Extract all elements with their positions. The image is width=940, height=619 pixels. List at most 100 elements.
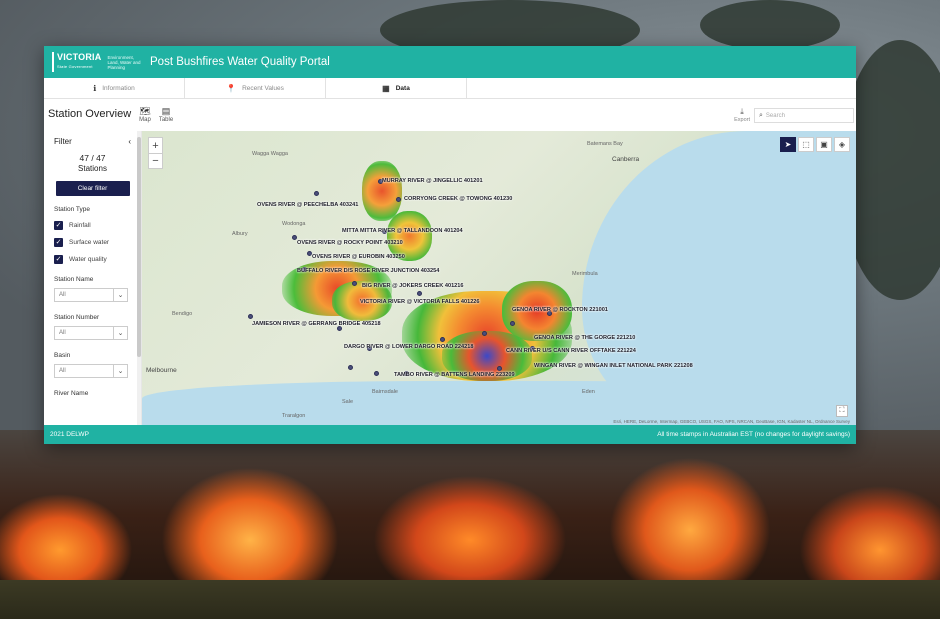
station-label[interactable]: OVENS RIVER @ PEECHELBA 403241 <box>257 202 358 208</box>
basin-label: Basin <box>54 352 71 359</box>
tab-recent-values[interactable]: 📍 Recent Values <box>185 78 326 98</box>
search-input[interactable]: ⌕ Search <box>754 108 854 123</box>
station-label[interactable]: CANN RIVER U/S CANN RIVER OFFTAKE 221224 <box>506 348 636 354</box>
station-label[interactable]: JAMIESON RIVER @ GERRANG BRIDGE 405218 <box>252 321 381 327</box>
download-icon: ⤓ <box>740 107 744 116</box>
table-view-button[interactable]: ▤ Table <box>159 106 173 123</box>
station-marker[interactable] <box>510 321 515 326</box>
tab-label: Data <box>395 84 410 92</box>
info-icon: ℹ <box>93 83 97 93</box>
export-button[interactable]: ⤓ Export <box>734 107 750 123</box>
layers-icon[interactable]: ◈ <box>834 137 850 152</box>
station-label[interactable]: OVENS RIVER @ ROCKY POINT 403210 <box>297 240 403 246</box>
station-label[interactable]: BUFFALO RIVER D/S ROSE RIVER JUNCTION 40… <box>297 268 439 274</box>
app-header: VICTORIA State Government Environment, L… <box>44 46 856 78</box>
station-marker[interactable] <box>374 371 379 376</box>
logo-name: VICTORIA <box>57 52 102 62</box>
station-name-select[interactable]: All ⌄ <box>54 288 128 302</box>
place-label: Albury <box>232 231 248 237</box>
station-label[interactable]: CORRYONG CREEK @ TOWONG 401230 <box>404 196 512 202</box>
station-marker[interactable] <box>314 191 319 196</box>
collapse-icon[interactable]: ‹ <box>128 137 131 146</box>
station-type-label: Station Type <box>54 206 91 213</box>
station-marker[interactable] <box>396 197 401 202</box>
export-label: Export <box>734 117 750 123</box>
chevron-down-icon: ⌄ <box>113 365 127 377</box>
table-view-label: Table <box>158 116 174 123</box>
select-polygon-icon[interactable]: ⬚ <box>798 137 814 152</box>
station-number-select[interactable]: All ⌄ <box>54 326 128 340</box>
map-icon: 🗺 <box>139 105 151 116</box>
tab-bar: ℹ Information 📍 Recent Values ▦ Data <box>44 78 856 99</box>
water-quality-checkbox[interactable]: ✓ Water quality <box>54 255 131 264</box>
basin-select[interactable]: All ⌄ <box>54 364 128 378</box>
app-title: Post Bushfires Water Quality Portal <box>150 56 330 68</box>
logo-dept: Environment, Land, Water and Planning <box>107 54 141 70</box>
filter-panel: Filter ‹ 47 / 47 Stations Clear filter S… <box>44 131 142 425</box>
map-view[interactable]: MURRAY RIVER @ JINGELLIC 401201 CORRYONG… <box>142 131 856 425</box>
station-count: 47 / 47 <box>79 153 106 163</box>
footer-timezone-note: All time stamps in Australian EST (no ch… <box>657 431 850 438</box>
zoom-out-button[interactable]: − <box>149 153 162 168</box>
station-marker[interactable] <box>440 337 445 342</box>
station-marker[interactable] <box>482 331 487 336</box>
table-icon: ▤ <box>161 105 171 116</box>
river-name-label: River Name <box>54 390 89 397</box>
place-label: Bairnsdale <box>372 389 398 395</box>
victoria-logo: VICTORIA State Government Environment, L… <box>52 49 144 75</box>
select-rectangle-icon[interactable]: ▣ <box>816 137 832 152</box>
zoom-in-button[interactable]: + <box>149 138 162 153</box>
map-attribution: Esri, HERE, DeLorme, Intermap, GEBCO, US… <box>613 419 850 424</box>
filter-header: Filter ‹ <box>54 137 131 146</box>
toolbar: Station Overview 🗺 Map ▤ Table ⤓ Export … <box>44 99 856 129</box>
station-label[interactable]: MURRAY RIVER @ JINGELLIC 401201 <box>382 178 483 184</box>
search-icon: ⌕ <box>759 111 763 119</box>
station-marker[interactable] <box>352 281 357 286</box>
tab-information[interactable]: ℹ Information <box>44 78 185 98</box>
station-label[interactable]: TAMBO RIVER @ BATTENS LANDING 223209 <box>394 372 515 378</box>
place-label: Wodonga <box>282 221 306 227</box>
station-label[interactable]: GENOA RIVER @ ROCKTON 221001 <box>512 307 608 313</box>
place-label: Eden <box>582 389 595 395</box>
map-view-label: Map <box>139 116 151 123</box>
zoom-controls: + − <box>148 137 163 169</box>
station-label[interactable]: OVENS RIVER @ EUROBIN 403250 <box>312 254 405 260</box>
station-label[interactable]: DARGO RIVER @ LOWER DARGO ROAD 224218 <box>344 344 473 350</box>
station-label[interactable]: BIG RIVER @ JOKERS CREEK 401216 <box>362 283 464 289</box>
station-marker[interactable] <box>348 365 353 370</box>
search-placeholder: Search <box>765 112 785 119</box>
clear-filter-button[interactable]: Clear filter <box>55 181 130 196</box>
station-marker[interactable] <box>248 314 253 319</box>
station-marker[interactable] <box>497 366 502 371</box>
map-view-button[interactable]: 🗺 Map <box>139 106 151 123</box>
place-label: Merimbula <box>572 271 598 277</box>
chevron-down-icon: ⌄ <box>113 327 127 339</box>
grid-icon: ▦ <box>382 83 390 93</box>
station-label[interactable]: VICTORIA RIVER @ VICTORIA FALLS 401226 <box>360 299 480 305</box>
station-label[interactable]: GENOA RIVER @ THE GORGE 221210 <box>534 335 635 341</box>
sidebar-scrollbar[interactable] <box>137 131 141 425</box>
surface-water-checkbox[interactable]: ✓ Surface water <box>54 238 131 247</box>
main-body: Filter ‹ 47 / 47 Stations Clear filter S… <box>44 131 856 425</box>
place-label: Melbourne <box>146 367 177 374</box>
app-window: VICTORIA State Government Environment, L… <box>44 46 856 444</box>
fire-patch <box>362 161 402 221</box>
tab-data[interactable]: ▦ Data <box>326 78 467 98</box>
place-label: Traralgon <box>282 413 306 419</box>
place-label: Wagga Wagga <box>252 151 288 157</box>
place-label: Batemans Bay <box>587 141 623 147</box>
fullscreen-icon[interactable]: ⛶ <box>836 405 848 417</box>
rainfall-checkbox[interactable]: ✓ Rainfall <box>54 221 131 230</box>
station-name-label: Station Name <box>54 276 94 283</box>
check-icon: ✓ <box>54 238 63 247</box>
station-label[interactable]: MITTA MITTA RIVER @ TALLANDOON 401204 <box>342 228 463 234</box>
chevron-down-icon: ⌄ <box>113 289 127 301</box>
footer-copyright: 2021 DELWP <box>50 431 89 438</box>
check-icon: ✓ <box>54 221 63 230</box>
page-title: Station Overview <box>48 108 132 120</box>
select-pointer-icon[interactable]: ➤ <box>780 137 796 152</box>
tab-label: Information <box>102 84 135 92</box>
place-label: Bendigo <box>172 311 193 317</box>
station-label[interactable]: WINGAN RIVER @ WINGAN INLET NATIONAL PAR… <box>534 363 693 369</box>
station-marker[interactable] <box>417 291 422 296</box>
